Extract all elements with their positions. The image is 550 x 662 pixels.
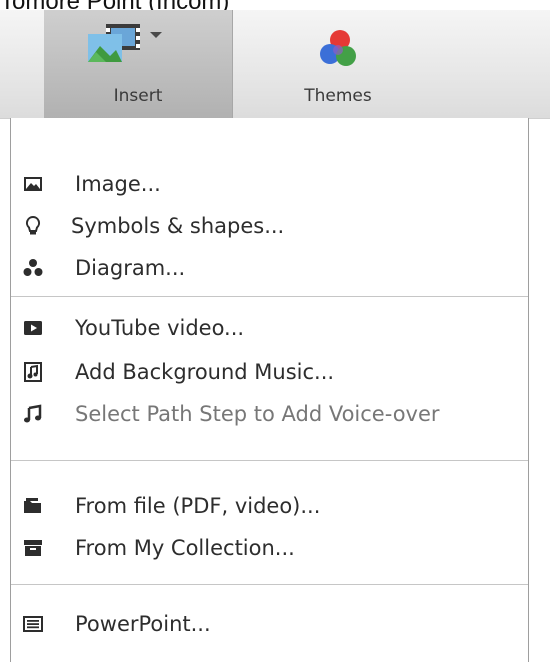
menu-item-background-music[interactable]: Add Background Music... (11, 352, 528, 392)
menu-item-label: From My Collection... (75, 536, 295, 560)
menu-separator (11, 460, 528, 461)
menu-item-symbols-shapes[interactable]: Symbols & shapes... (11, 206, 528, 246)
insert-media-icon (88, 24, 162, 62)
insert-button[interactable]: Insert (44, 10, 233, 118)
collection-icon (24, 540, 42, 556)
menu-separator (11, 296, 528, 297)
themes-button[interactable]: Themes (238, 10, 438, 118)
menu-separator (11, 584, 528, 585)
themes-label: Themes (304, 86, 372, 106)
lightbulb-icon (25, 216, 41, 235)
menu-item-label: Image... (75, 172, 161, 196)
insert-dropdown-menu: Image... Symbols & shapes... Diagram... … (10, 118, 529, 662)
menu-item-label: PowerPoint... (75, 612, 211, 636)
powerpoint-icon (23, 616, 43, 632)
menu-item-label: Select Path Step to Add Voice-over (75, 402, 440, 426)
music-file-icon (24, 362, 42, 382)
menu-item-from-file[interactable]: From file (PDF, video)... (11, 486, 528, 526)
window-caption: Tomore Point (Incom) (0, 0, 250, 10)
toolbar: Insert Themes (0, 10, 550, 119)
music-note-icon (24, 404, 42, 423)
image-icon (24, 177, 42, 191)
menu-item-label: Add Background Music... (75, 360, 335, 384)
youtube-icon (24, 321, 42, 335)
menu-item-my-collection[interactable]: From My Collection... (11, 528, 528, 568)
menu-item-label: YouTube video... (75, 316, 245, 340)
menu-item-youtube-video[interactable]: YouTube video... (11, 308, 528, 348)
menu-item-diagram[interactable]: Diagram... (11, 248, 528, 288)
menu-item-label: Symbols & shapes... (71, 214, 285, 238)
menu-item-image[interactable]: Image... (11, 164, 528, 204)
menu-item-label: From file (PDF, video)... (75, 494, 321, 518)
themes-color-icon (320, 30, 356, 66)
folder-icon (24, 498, 41, 513)
insert-label: Insert (113, 86, 163, 106)
menu-item-label: Diagram... (75, 256, 186, 280)
menu-item-powerpoint[interactable]: PowerPoint... (11, 604, 528, 644)
menu-item-voice-over: Select Path Step to Add Voice-over (11, 394, 528, 434)
diagram-icon (23, 259, 43, 276)
